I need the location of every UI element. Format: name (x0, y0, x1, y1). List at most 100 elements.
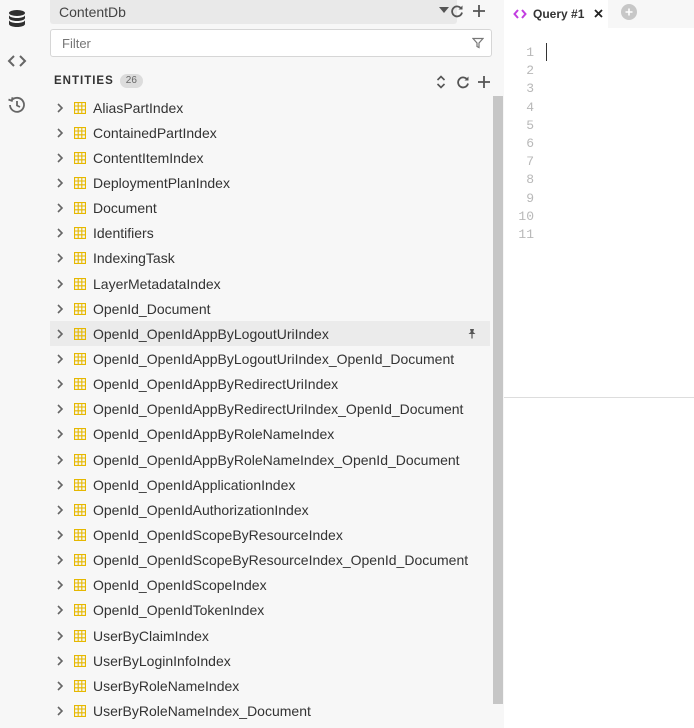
entity-row[interactable]: ContainedPartIndex (50, 120, 490, 145)
entity-name: Identifiers (93, 225, 154, 242)
entity-row[interactable]: OpenId_OpenIdScopeByResourceIndex (50, 522, 490, 547)
entity-name: LayerMetadataIndex (93, 275, 221, 292)
chevron-right-icon[interactable] (51, 325, 69, 343)
close-icon[interactable] (592, 7, 604, 19)
line-number: 6 (526, 135, 534, 151)
entity-row[interactable]: OpenId_OpenIdScopeByResourceIndex_OpenId… (50, 548, 490, 573)
entity-row[interactable]: OpenId_OpenIdAppByLogoutUriIndex (50, 321, 490, 347)
entity-row[interactable]: Document (50, 196, 490, 221)
tab-bar: Query #1 (504, 0, 694, 28)
table-icon (73, 604, 86, 617)
chevron-right-icon[interactable] (51, 99, 69, 117)
activity-rail (0, 0, 34, 728)
query-editor: Query #1 1 2 3 4 5 6 7 8 9 10 11 (504, 0, 694, 728)
history-icon[interactable] (6, 94, 28, 116)
entity-row[interactable]: OpenId_OpenIdAppByLogoutUriIndex_OpenId_… (50, 346, 490, 371)
entity-name: OpenId_Document (93, 300, 211, 317)
entity-name: UserByLoginInfoIndex (93, 652, 231, 669)
entity-name: OpenId_OpenIdTokenIndex (93, 602, 265, 619)
chevron-right-icon[interactable] (51, 149, 69, 167)
entity-row[interactable]: UserByLoginInfoIndex (50, 648, 490, 673)
chevron-right-icon[interactable] (51, 702, 69, 720)
entity-row[interactable]: OpenId_OpenIdApplicationIndex (50, 472, 490, 497)
table-icon (73, 579, 86, 592)
add-database-icon[interactable] (470, 2, 488, 20)
table-icon (73, 126, 86, 139)
entity-row[interactable]: UserByRoleNameIndex (50, 673, 490, 698)
plus-icon (625, 8, 633, 16)
entity-row[interactable]: UserByClaimIndex (50, 623, 490, 648)
code-icon (513, 7, 527, 21)
chevron-right-icon[interactable] (51, 375, 69, 393)
chevron-right-icon[interactable] (51, 224, 69, 242)
entities-count-badge: 26 (119, 74, 143, 88)
entity-row[interactable]: IndexingTask (50, 246, 490, 271)
chevron-right-icon[interactable] (51, 601, 69, 619)
filter-input[interactable] (50, 29, 492, 57)
line-number: 2 (526, 63, 534, 79)
entity-row[interactable]: DeploymentPlanIndex (50, 170, 490, 195)
entity-row[interactable]: OpenId_OpenIdScopeIndex (50, 573, 490, 598)
tab-query-1[interactable]: Query #1 (504, 0, 608, 28)
new-tab-button[interactable] (621, 4, 637, 20)
entity-row[interactable]: ContentItemIndex (50, 145, 490, 170)
pin-icon[interactable] (466, 327, 478, 339)
sort-icon[interactable] (433, 74, 449, 90)
entity-row[interactable]: UserByRoleNameIndex_Document (50, 698, 490, 723)
chevron-right-icon[interactable] (51, 677, 69, 695)
entity-name: OpenId_OpenIdAppByRedirectUriIndex_OpenI… (93, 401, 464, 418)
chevron-right-icon[interactable] (51, 350, 69, 368)
chevron-right-icon[interactable] (51, 174, 69, 192)
chevron-right-icon[interactable] (51, 476, 69, 494)
chevron-right-icon[interactable] (51, 652, 69, 670)
chevron-right-icon[interactable] (51, 124, 69, 142)
refresh-entities-icon[interactable] (455, 74, 471, 90)
entity-row[interactable]: OpenId_OpenIdAppByRoleNameIndex (50, 422, 490, 447)
explorer-panel: ContentDb ENTITIES 26 AliasPartIndex Cont… (34, 0, 504, 728)
chevron-right-icon[interactable] (51, 425, 69, 443)
chevron-right-icon[interactable] (51, 576, 69, 594)
tab-label: Query #1 (533, 7, 585, 21)
table-icon (73, 302, 86, 315)
entity-row[interactable]: OpenId_OpenIdAppByRoleNameIndex_OpenId_D… (50, 447, 490, 472)
entity-row[interactable]: OpenId_Document (50, 296, 490, 321)
table-icon (73, 227, 86, 240)
entity-name: OpenId_OpenIdScopeByResourceIndex (93, 526, 343, 543)
entities-title: ENTITIES (54, 75, 114, 87)
chevron-right-icon[interactable] (51, 199, 69, 217)
scrollbar-thumb[interactable] (493, 96, 503, 704)
table-icon (73, 679, 86, 692)
chevron-right-icon[interactable] (51, 451, 69, 469)
entity-row[interactable]: LayerMetadataIndex (50, 271, 490, 296)
entity-row[interactable]: OpenId_OpenIdTokenIndex (50, 598, 490, 623)
table-icon (73, 503, 86, 516)
refresh-icon[interactable] (448, 2, 466, 20)
chevron-right-icon[interactable] (51, 275, 69, 293)
add-entity-icon[interactable] (476, 74, 492, 90)
chevron-right-icon[interactable] (51, 551, 69, 569)
table-icon (73, 403, 86, 416)
entity-name: AliasPartIndex (93, 99, 184, 116)
entity-row[interactable]: OpenId_OpenIdAppByRedirectUriIndex_OpenI… (50, 397, 490, 422)
table-icon (73, 478, 86, 491)
entity-row[interactable]: OpenId_OpenIdAppByRedirectUriIndex (50, 372, 490, 397)
chevron-right-icon[interactable] (51, 300, 69, 318)
database-select[interactable]: ContentDb (50, 0, 457, 24)
line-number: 8 (526, 172, 534, 188)
code-icon[interactable] (6, 50, 28, 72)
chevron-right-icon[interactable] (51, 627, 69, 645)
table-icon (73, 252, 86, 265)
chevron-right-icon[interactable] (51, 526, 69, 544)
entity-name: OpenId_OpenIdScopeIndex (93, 577, 267, 594)
entity-row[interactable]: Identifiers (50, 221, 490, 246)
editor-results-divider[interactable] (504, 397, 694, 398)
chevron-right-icon[interactable] (51, 249, 69, 267)
line-number: 9 (526, 190, 534, 206)
entity-name: OpenId_OpenIdAppByRoleNameIndex_OpenId_D… (93, 451, 460, 468)
chevron-right-icon[interactable] (51, 501, 69, 519)
entity-row[interactable]: OpenId_OpenIdAuthorizationIndex (50, 497, 490, 522)
funnel-icon[interactable] (471, 36, 485, 50)
chevron-right-icon[interactable] (51, 400, 69, 418)
database-icon[interactable] (6, 8, 28, 30)
entity-row[interactable]: AliasPartIndex (50, 95, 490, 120)
